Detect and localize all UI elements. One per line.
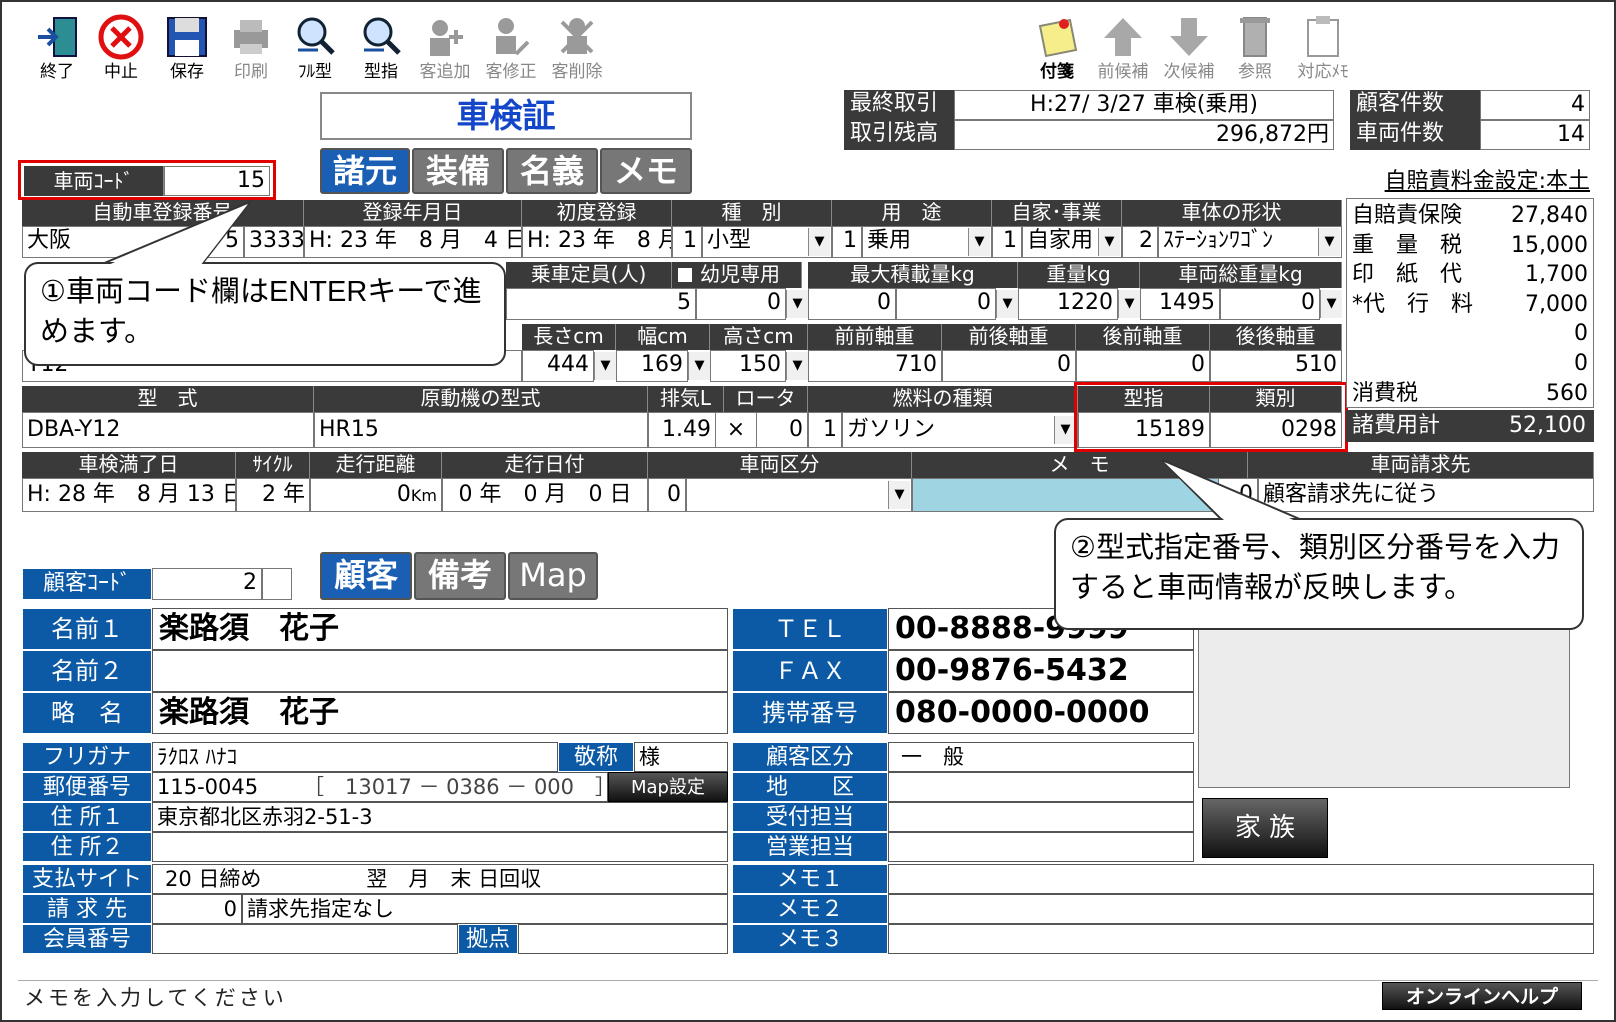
vehicle-inspection-window: 終了 中止 保存 印刷 ﾌﾙ型 型指 客追加 客修正 客削除 付箋 前候補 次候補 参照 対応ﾒﾓ 車検… [0,0,1616,1022]
callout-pointer-mask [106,204,1298,522]
